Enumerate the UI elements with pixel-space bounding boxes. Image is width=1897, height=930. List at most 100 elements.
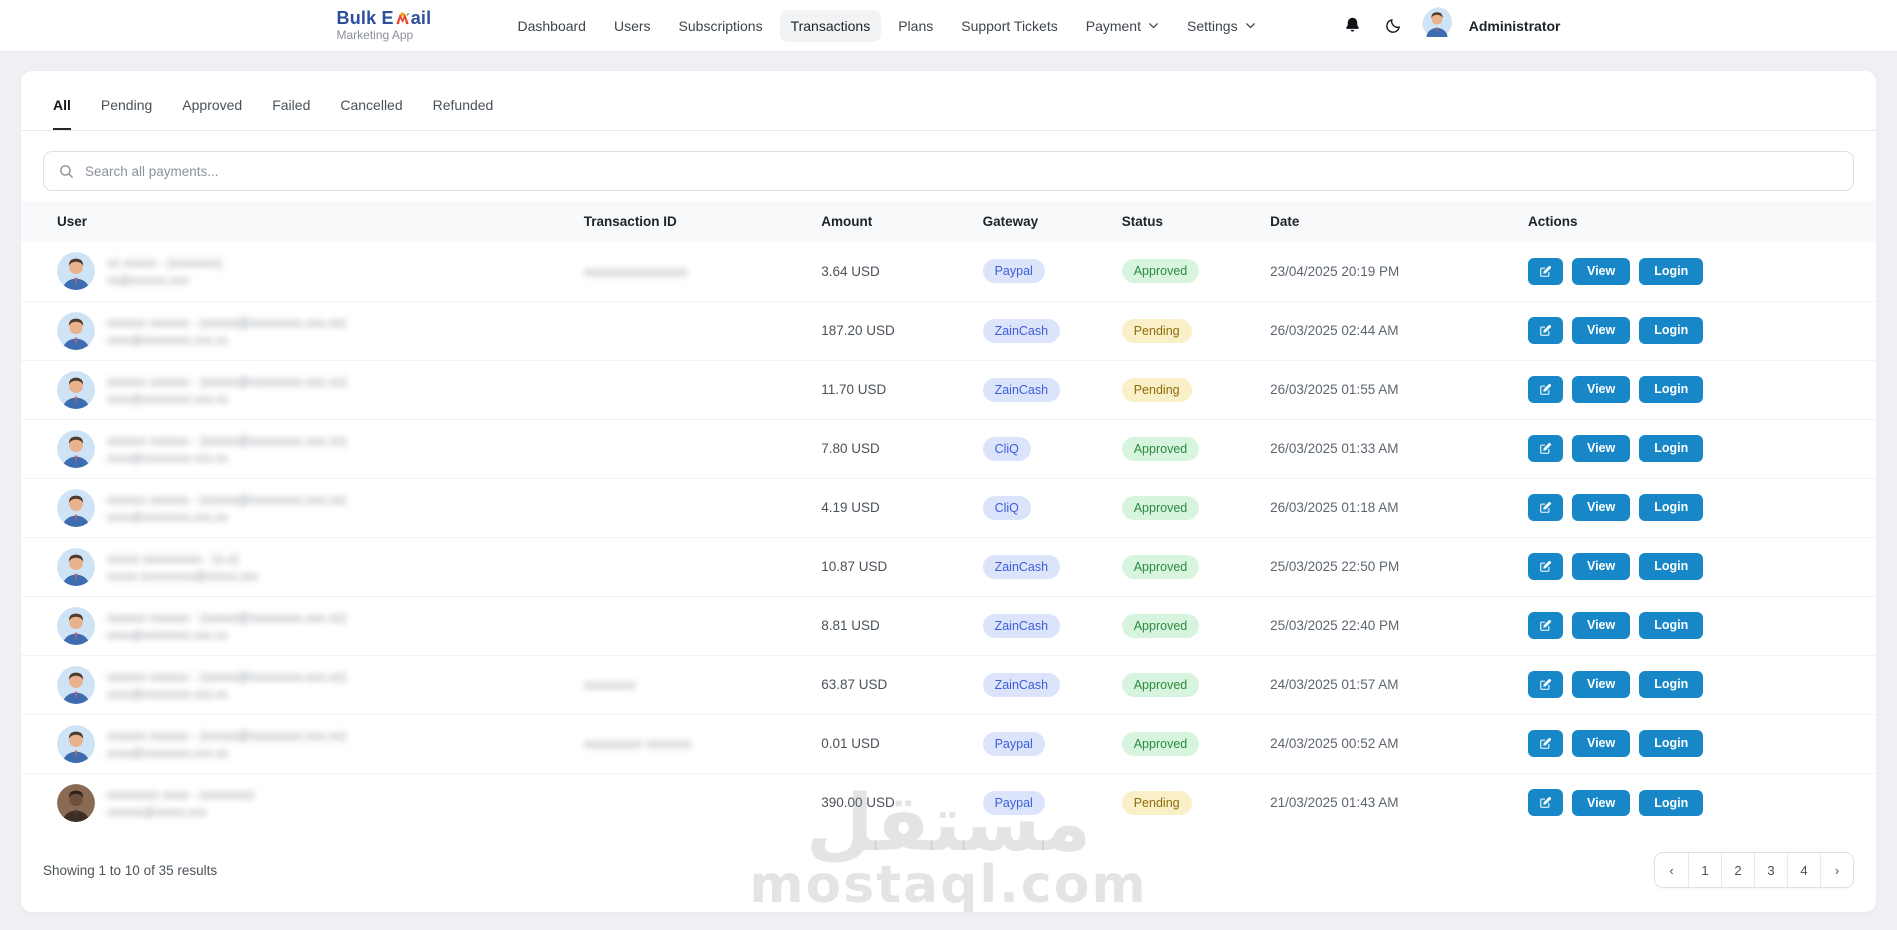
view-button[interactable]: View <box>1571 671 1631 698</box>
nav-item-payment[interactable]: Payment <box>1075 10 1170 42</box>
user-name-redacted: xxxxxx xxxxxx - (xxxxx@xxxxxxxx.xxx.xx) <box>107 314 347 330</box>
chevron-down-icon <box>1245 23 1255 29</box>
tab-pending[interactable]: Pending <box>101 97 152 130</box>
user-name-redacted: xxxxx xxxxxxxxx - (x.x) <box>107 550 239 566</box>
view-button[interactable]: View <box>1571 612 1631 639</box>
user-menu[interactable]: Administrator <box>1421 6 1561 45</box>
nav-item-label: Support Tickets <box>961 17 1058 34</box>
tab-all[interactable]: All <box>53 97 71 130</box>
results-summary: Showing 1 to 10 of 35 results <box>43 862 218 878</box>
transaction-row: xxxxxx xxxxxx - (xxxxx@xxxxxxxx.xxx.xx) … <box>21 300 1876 360</box>
user-email-redacted: xxxx@xxxxxxxx.xxx.xx <box>107 627 228 642</box>
edit-button[interactable] <box>1527 494 1563 521</box>
view-button[interactable]: View <box>1571 789 1631 816</box>
user-avatar <box>57 547 95 586</box>
pagination-page-1[interactable]: 1 <box>1688 853 1721 887</box>
edit-icon <box>1540 383 1552 395</box>
status-badge: Pending <box>1121 790 1192 815</box>
user-avatar <box>57 429 95 468</box>
view-button[interactable]: View <box>1571 317 1631 344</box>
nav-item-label: Payment <box>1085 17 1141 34</box>
date-value: 23/04/2025 20:19 PM <box>1270 263 1400 279</box>
edit-button[interactable] <box>1527 789 1563 817</box>
login-button[interactable]: Login <box>1639 258 1704 285</box>
tab-refunded[interactable]: Refunded <box>433 97 494 130</box>
pagination-page-4[interactable]: 4 <box>1787 853 1820 887</box>
pagination-next[interactable]: › <box>1820 853 1853 887</box>
view-button[interactable]: View <box>1571 258 1631 285</box>
user-name-redacted: xxxxxx xxxxxx - (xxxxx@xxxxxxxx.xxx.xx) <box>107 491 347 507</box>
nav-item-settings[interactable]: Settings <box>1176 10 1267 42</box>
pagination-page-2[interactable]: 2 <box>1721 853 1754 887</box>
search-input[interactable] <box>85 163 1839 179</box>
transaction-row: xxxxxxxx xxxx - (xxxxxxx) xxxxxx@xxxxx.x… <box>21 772 1876 832</box>
tab-failed[interactable]: Failed <box>272 97 310 130</box>
transaction-row: xxxxxx xxxxxx - (xxxxx@xxxxxxxx.xxx.xx) … <box>21 595 1876 655</box>
date-value: 21/03/2025 01:43 AM <box>1260 772 1518 832</box>
tab-cancelled[interactable]: Cancelled <box>340 97 402 130</box>
login-button[interactable]: Login <box>1639 494 1704 521</box>
pagination-page-3[interactable]: 3 <box>1754 853 1787 887</box>
gateway-badge: ZainCash <box>982 672 1061 697</box>
status-badge: Approved <box>1121 259 1200 284</box>
user-name-redacted: xxxxxx xxxxxx - (xxxxx@xxxxxxxx.xxx.xx) <box>107 432 347 448</box>
nav-item-label: Dashboard <box>517 17 586 34</box>
user-avatar <box>57 606 95 645</box>
user-email-redacted: xxxx@xxxxxxxx.xxx.xx <box>107 450 228 465</box>
nav-item-support-tickets[interactable]: Support Tickets <box>950 10 1069 42</box>
date-value: 24/03/2025 01:57 AM <box>1260 654 1518 714</box>
edit-button[interactable] <box>1527 553 1563 580</box>
transaction-row: xxxxx xxxxxxxxx - (x.x) xxxxx.xxxxxxxxx@… <box>21 536 1876 596</box>
edit-icon <box>1540 678 1552 690</box>
login-button[interactable]: Login <box>1639 789 1704 816</box>
search-box[interactable] <box>43 151 1854 191</box>
edit-button[interactable] <box>1527 376 1563 403</box>
view-button[interactable]: View <box>1571 553 1631 580</box>
notifications-bell-icon[interactable] <box>1342 15 1364 37</box>
pagination-prev[interactable]: ‹ <box>1655 853 1688 887</box>
edit-icon <box>1540 560 1552 572</box>
date-value: 26/03/2025 01:55 AM <box>1260 359 1518 419</box>
edit-button[interactable] <box>1527 730 1563 757</box>
transaction-row: xxxxxx xxxxxx - (xxxxx@xxxxxxxx.xxx.xx) … <box>21 359 1876 419</box>
status-badge: Approved <box>1121 613 1200 638</box>
edit-button[interactable] <box>1527 612 1563 639</box>
edit-button[interactable] <box>1527 257 1563 285</box>
tab-approved[interactable]: Approved <box>182 97 242 130</box>
gateway-badge: Paypal <box>982 790 1045 815</box>
user-avatar <box>1421 6 1460 45</box>
login-button[interactable]: Login <box>1639 435 1704 462</box>
login-button[interactable]: Login <box>1639 317 1704 344</box>
edit-button[interactable] <box>1527 317 1563 344</box>
nav-item-label: Users <box>613 17 651 34</box>
user-name-redacted: xxxxxx xxxxxx - (xxxxx@xxxxxxxx.xxx.xx) <box>107 373 347 389</box>
view-button[interactable]: View <box>1571 730 1631 757</box>
login-button[interactable]: Login <box>1639 612 1704 639</box>
col-header-transaction-id: Transaction ID <box>573 201 812 242</box>
login-button[interactable]: Login <box>1639 730 1704 757</box>
view-button[interactable]: View <box>1571 376 1631 403</box>
dark-mode-moon-icon[interactable] <box>1382 15 1404 37</box>
nav-item-dashboard[interactable]: Dashboard <box>506 10 597 42</box>
app-logo[interactable]: Bulk Eail Marketing App <box>337 9 432 41</box>
edit-icon <box>1540 501 1552 513</box>
amount-value: 10.87 USD <box>811 536 973 596</box>
search-icon <box>60 164 73 178</box>
nav-item-subscriptions[interactable]: Subscriptions <box>668 10 774 42</box>
status-badge: Approved <box>1121 554 1200 579</box>
view-button[interactable]: View <box>1571 494 1631 521</box>
edit-button[interactable] <box>1527 435 1563 462</box>
nav-item-plans[interactable]: Plans <box>887 10 944 42</box>
status-badge: Approved <box>1121 672 1200 697</box>
amount-value: 187.20 USD <box>811 300 973 360</box>
user-avatar <box>57 783 95 822</box>
login-button[interactable]: Login <box>1639 553 1704 580</box>
login-button[interactable]: Login <box>1639 671 1704 698</box>
login-button[interactable]: Login <box>1639 376 1704 403</box>
col-header-gateway: Gateway <box>972 201 1112 242</box>
pagination: ‹ 1 2 3 4 › <box>1654 852 1854 888</box>
nav-item-users[interactable]: Users <box>603 10 662 42</box>
nav-item-transactions[interactable]: Transactions <box>779 9 882 42</box>
view-button[interactable]: View <box>1571 435 1631 462</box>
edit-button[interactable] <box>1527 671 1563 698</box>
